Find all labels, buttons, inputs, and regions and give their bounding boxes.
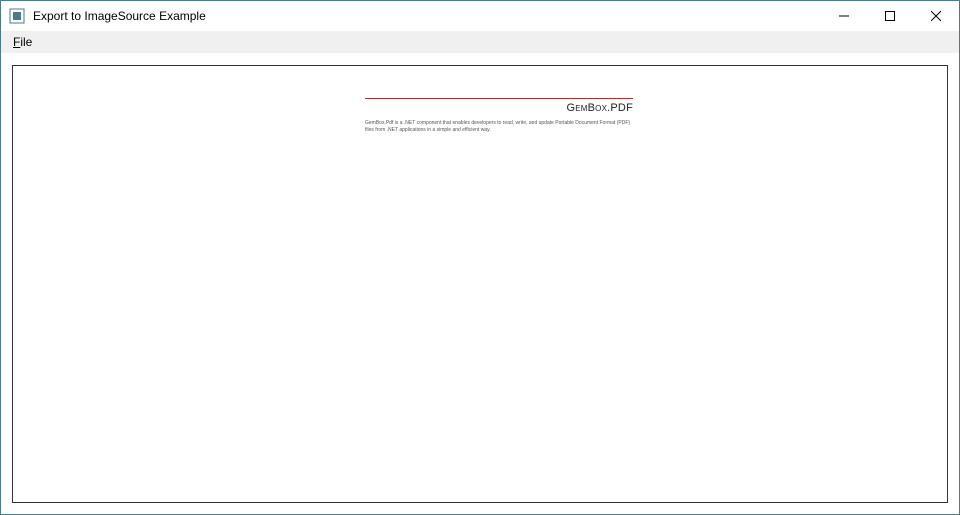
menu-file-rest: ile (20, 35, 32, 49)
maximize-button[interactable] (867, 1, 913, 31)
document-rule (365, 98, 633, 99)
menubar: File (1, 31, 959, 53)
document-content: GemBox.PDF GemBox.Pdf is a .NET componen… (365, 98, 633, 134)
titlebar: Export to ImageSource Example (1, 1, 959, 31)
close-button[interactable] (913, 1, 959, 31)
content-area: GemBox.PDF GemBox.Pdf is a .NET componen… (0, 53, 960, 515)
document-frame: GemBox.PDF GemBox.Pdf is a .NET componen… (12, 65, 948, 503)
app-icon (9, 8, 25, 24)
document-body: GemBox.Pdf is a .NET component that enab… (365, 120, 633, 134)
document-heading: GemBox.PDF (365, 102, 633, 114)
window-controls (821, 1, 959, 31)
menu-file[interactable]: File (7, 33, 38, 51)
minimize-button[interactable] (821, 1, 867, 31)
window-title: Export to ImageSource Example (33, 9, 821, 23)
